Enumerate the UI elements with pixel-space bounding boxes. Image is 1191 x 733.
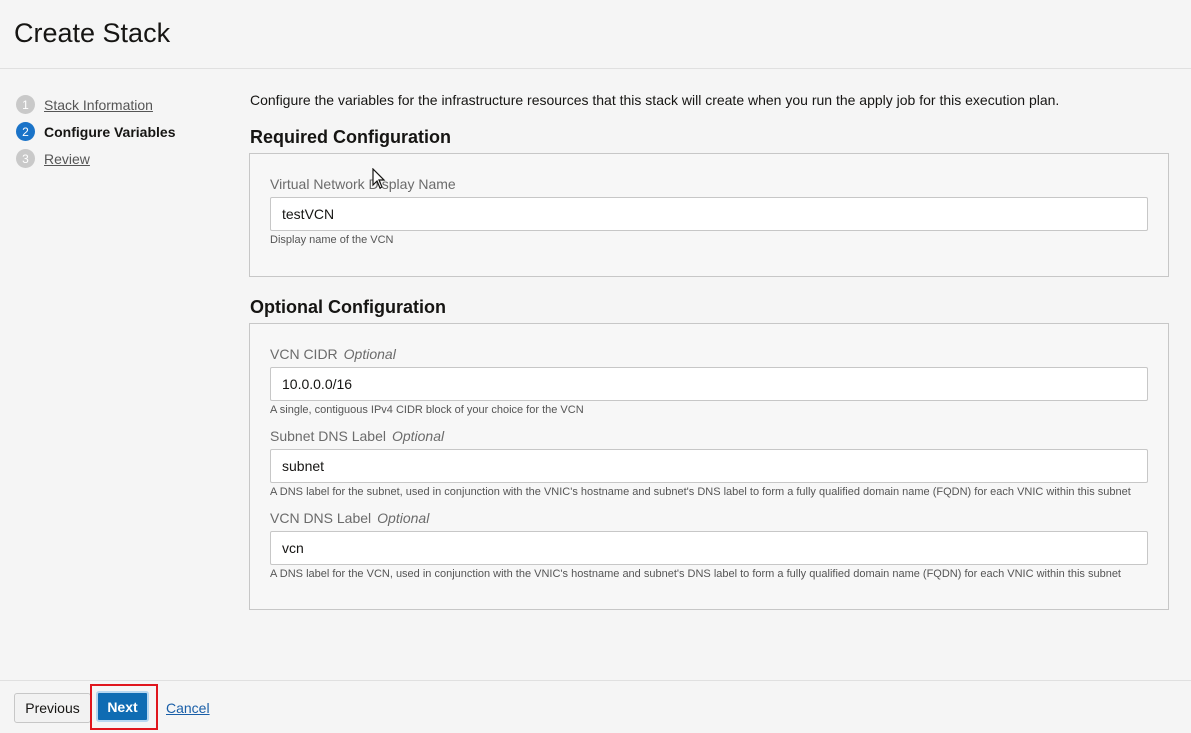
page-title: Create Stack [14,18,171,48]
vcn-dns-label-field: VCN DNS LabelOptional A DNS label for th… [270,509,1148,580]
optional-tag: Optional [391,428,445,444]
step-configure-variables: 2 Configure Variables [16,118,236,145]
vcn-display-name-field: Virtual Network Display Name Display nam… [270,175,1148,246]
vcn-dns-label-input[interactable] [270,531,1148,565]
step-link-review[interactable]: Review [44,151,90,167]
optional-tag: Optional [343,346,396,362]
step-number: 3 [16,149,35,168]
previous-button[interactable]: Previous [14,693,91,723]
field-label: Subnet DNS Label Optional [270,428,445,444]
intro-text: Configure the variables for the infrastr… [250,92,1060,108]
next-button[interactable]: Next [96,691,149,722]
step-link-stack-information[interactable]: Stack Information [44,97,153,113]
step-stack-information[interactable]: 1 Stack Information [16,91,236,118]
step-review[interactable]: 3 Review [16,145,236,172]
step-label-configure-variables: Configure Variables [44,123,176,140]
mouse-cursor-icon [372,168,386,189]
vcn-display-name-input[interactable] [270,197,1148,231]
vcn-cidr-input[interactable] [270,367,1148,401]
field-label: VCN CIDR Optional [270,346,396,362]
wizard-footer: Previous Next Cancel [0,680,1191,733]
field-help: A DNS label for the VCN, used in conjunc… [270,568,1121,580]
optional-config-title: Optional Configuration [250,297,446,317]
wizard-steps: 1 Stack Information 2 Configure Variable… [16,91,236,172]
cancel-link[interactable]: Cancel [166,700,210,716]
page-header: Create Stack [0,0,1191,69]
optional-config-panel: VCN CIDROptional A single, contiguous IP… [249,323,1169,610]
step-number: 2 [16,122,35,141]
field-help: A single, contiguous IPv4 CIDR block of … [270,404,584,416]
field-help: Display name of the VCN [270,234,394,246]
required-config-title: Required Configuration [250,127,451,147]
subnet-dns-label-field: Subnet DNS LabelOptional A DNS label for… [270,427,1148,498]
optional-tag: Optional [377,510,430,526]
subnet-dns-label-input[interactable] [270,449,1148,483]
vcn-cidr-field: VCN CIDROptional A single, contiguous IP… [270,345,1148,416]
field-label: Virtual Network Display Name [270,176,456,192]
field-help: A DNS label for the subnet, used in conj… [270,486,1131,498]
required-config-panel: Virtual Network Display Name Display nam… [249,153,1169,277]
field-label: VCN DNS Label Optional [270,510,430,526]
step-number: 1 [16,95,35,114]
